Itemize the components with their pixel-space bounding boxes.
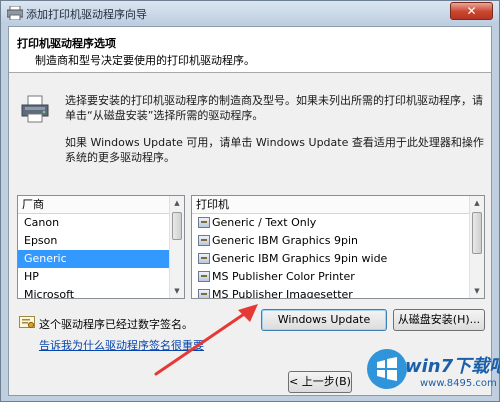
annotation-arrow bbox=[154, 304, 258, 376]
driver-icon bbox=[198, 289, 210, 298]
have-disk-button[interactable]: 从磁盘安装(H)... bbox=[393, 309, 485, 331]
manufacturer-scrollbar[interactable]: ▲ ▼ bbox=[169, 196, 184, 298]
printer-listbox[interactable]: 打印机 Generic / Text Only Generic IBM Grap… bbox=[191, 195, 485, 299]
instructions: 选择要安装的打印机驱动程序的制造商及型号。如果未列出所需的打印机驱动程序，请单击… bbox=[65, 93, 485, 177]
driver-icon bbox=[198, 217, 210, 228]
page-title: 打印机驱动程序选项 bbox=[17, 37, 116, 50]
page-subtitle: 制造商和型号决定要使用的打印机驱动程序。 bbox=[35, 54, 255, 67]
scroll-thumb[interactable] bbox=[172, 212, 182, 240]
scroll-up-icon[interactable]: ▲ bbox=[170, 196, 184, 210]
instructions-para-1: 选择要安装的打印机驱动程序的制造商及型号。如果未列出所需的打印机驱动程序，请单击… bbox=[65, 94, 483, 122]
manufacturer-item-epson[interactable]: Epson bbox=[18, 232, 184, 250]
printer-item-label: Generic IBM Graphics 9pin bbox=[212, 234, 359, 247]
printer-item-label: Generic / Text Only bbox=[212, 216, 317, 229]
manufacturer-item-microsoft[interactable]: Microsoft bbox=[18, 286, 184, 298]
driver-icon bbox=[198, 253, 210, 264]
manufacturer-item-generic[interactable]: Generic bbox=[18, 250, 184, 268]
printer-item[interactable]: MS Publisher Imagesetter bbox=[192, 286, 484, 299]
printer-item-label: MS Publisher Color Printer bbox=[212, 270, 355, 283]
printer-item-label: MS Publisher Imagesetter bbox=[212, 288, 353, 299]
wizard-header: 打印机驱动程序选项 制造商和型号决定要使用的打印机驱动程序。 bbox=[9, 27, 491, 73]
instructions-para-2: 如果 Windows Update 可用，请单击 Windows Update … bbox=[65, 136, 484, 164]
printer-icon bbox=[21, 95, 49, 123]
manufacturer-listbox[interactable]: 厂商 Canon Epson Generic HP Microsoft ▲ ▼ bbox=[17, 195, 185, 299]
printer-item[interactable]: Generic IBM Graphics 9pin wide bbox=[192, 250, 484, 268]
certificate-icon bbox=[19, 316, 35, 329]
windows-update-button[interactable]: Windows Update bbox=[261, 309, 387, 331]
back-button[interactable]: < 上一步(B) bbox=[288, 371, 352, 393]
scroll-down-icon[interactable]: ▼ bbox=[470, 284, 484, 298]
window-title: 添加打印机驱动程序向导 bbox=[26, 8, 147, 21]
printer-item-label: Generic IBM Graphics 9pin wide bbox=[212, 252, 388, 265]
scroll-down-icon[interactable]: ▼ bbox=[170, 284, 184, 298]
watermark-brand: win7下载吧 bbox=[405, 356, 500, 377]
driver-icon bbox=[198, 271, 210, 282]
title-bar[interactable]: 添加打印机驱动程序向导 ✕ bbox=[1, 1, 499, 25]
driver-icon bbox=[198, 235, 210, 246]
manufacturer-item-hp[interactable]: HP bbox=[18, 268, 184, 286]
close-button[interactable]: ✕ bbox=[450, 2, 493, 20]
scroll-up-icon[interactable]: ▲ bbox=[470, 196, 484, 210]
printer-item[interactable]: Generic IBM Graphics 9pin bbox=[192, 232, 484, 250]
manufacturer-column-header[interactable]: 厂商 bbox=[18, 196, 184, 214]
printer-item[interactable]: MS Publisher Color Printer bbox=[192, 268, 484, 286]
manufacturer-item-canon[interactable]: Canon bbox=[18, 214, 184, 232]
printer-scrollbar[interactable]: ▲ ▼ bbox=[469, 196, 484, 298]
printer-icon bbox=[7, 6, 23, 20]
printer-item[interactable]: Generic / Text Only bbox=[192, 214, 484, 232]
close-icon: ✕ bbox=[466, 4, 477, 18]
scroll-thumb[interactable] bbox=[472, 212, 482, 254]
watermark-url: www.8495.com bbox=[420, 378, 497, 389]
printer-column-header[interactable]: 打印机 bbox=[192, 196, 484, 214]
